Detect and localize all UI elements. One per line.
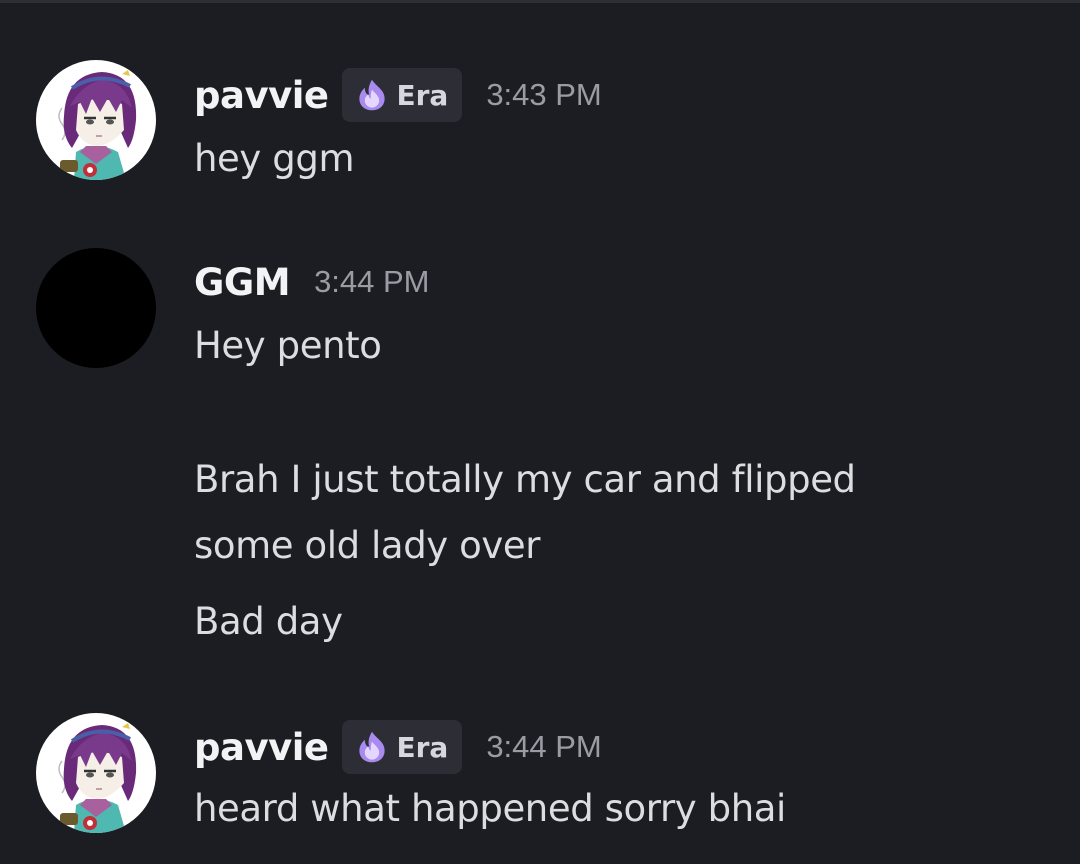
guild-tag[interactable]: Era <box>342 68 463 122</box>
top-divider <box>0 0 1080 3</box>
guild-tag-label: Era <box>396 730 449 764</box>
purple-flame-icon <box>354 77 390 113</box>
message-text: Brah I just totally my car and flipped <box>194 458 856 501</box>
username[interactable]: GGM <box>194 261 291 304</box>
username[interactable]: pavvie <box>194 74 329 117</box>
message-header: pavvie Era 3:44 PM <box>194 717 602 777</box>
message-text: some old lady over <box>194 524 541 567</box>
timestamp[interactable]: 3:44 PM <box>486 729 601 765</box>
avatar[interactable] <box>36 713 156 833</box>
anime-girl-avatar-icon <box>36 713 156 833</box>
message-text: Hey pento <box>194 324 382 367</box>
username[interactable]: pavvie <box>194 726 329 769</box>
avatar[interactable] <box>36 248 156 368</box>
guild-tag-label: Era <box>396 78 449 112</box>
avatar[interactable] <box>36 60 156 180</box>
message-text: heard what happened sorry bhai <box>194 787 786 830</box>
anime-girl-avatar-icon <box>36 60 156 180</box>
message-header: GGM 3:44 PM <box>194 252 430 312</box>
purple-flame-icon <box>354 729 390 765</box>
guild-tag[interactable]: Era <box>342 720 463 774</box>
black-avatar-icon <box>36 248 156 368</box>
timestamp[interactable]: 3:43 PM <box>486 77 601 113</box>
message-header: pavvie Era 3:43 PM <box>194 65 602 125</box>
message-text: Bad day <box>194 600 343 643</box>
message-text: hey ggm <box>194 137 355 180</box>
timestamp[interactable]: 3:44 PM <box>314 264 429 300</box>
